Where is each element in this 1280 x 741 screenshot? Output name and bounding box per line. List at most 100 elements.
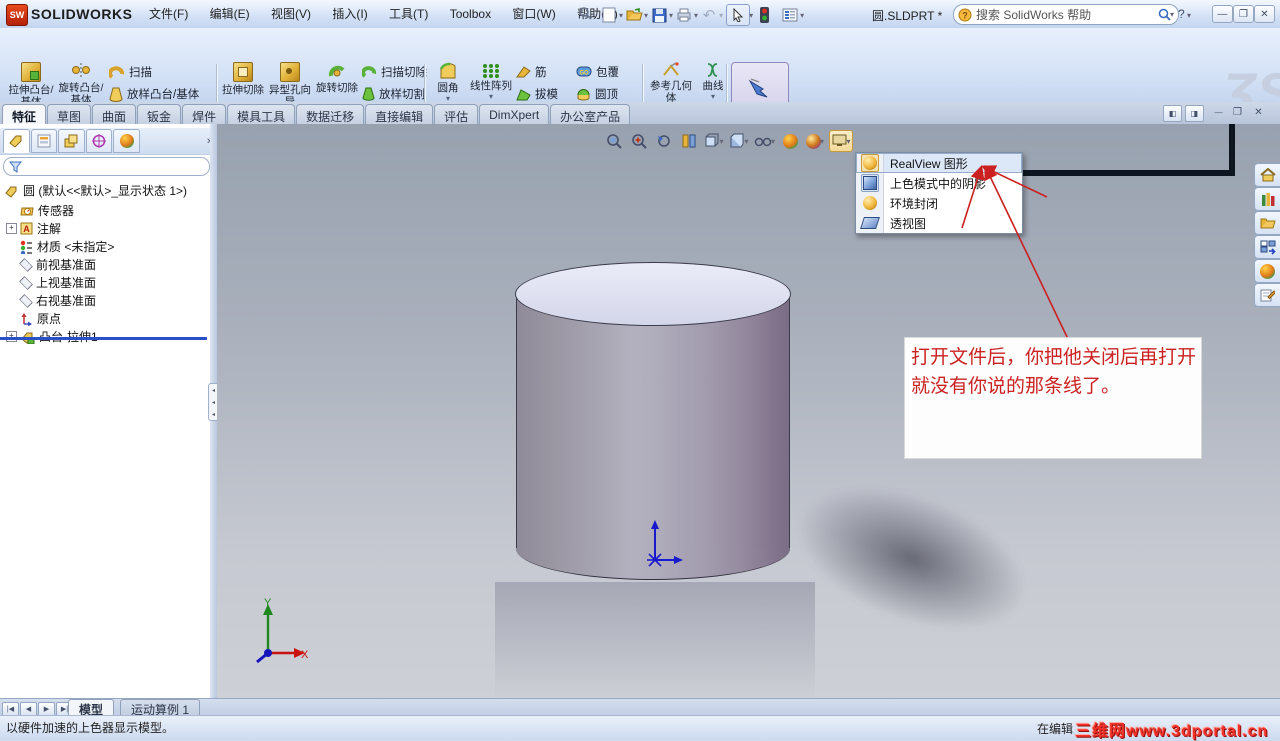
hole-wizard-button[interactable]: 异型孔向导 — [267, 60, 313, 108]
render-artifact-line-horizontal — [1020, 170, 1235, 176]
menu-view[interactable]: 视图(V) — [262, 0, 320, 27]
sensors-icon — [20, 204, 34, 217]
tree-item-origin[interactable]: 原点 — [20, 310, 61, 327]
sweep-button[interactable]: 扫描 — [109, 61, 213, 82]
search-box[interactable]: ? 搜索 SolidWorks 帮助 ▾ — [953, 4, 1179, 25]
rollback-bar[interactable] — [0, 337, 207, 340]
hide-show-items-button[interactable]: ▾ — [753, 131, 776, 151]
solidworks-resources-button[interactable] — [1254, 163, 1280, 187]
revolved-cut-icon — [328, 62, 346, 80]
menu-toolbox[interactable]: Toolbox — [441, 2, 500, 26]
apply-scene-button[interactable]: ▾ — [804, 131, 826, 151]
open-file-button[interactable] — [623, 5, 645, 25]
graphics-viewport[interactable]: Y X ▾ ▾ ▾ ▾ ▾ RealView 图形 上色模式中的阴影 环境封闭 — [217, 124, 1280, 698]
undo-dropdown[interactable]: ▾ — [719, 11, 723, 20]
menu-pin-icon[interactable] — [578, 6, 592, 23]
linear-pattern-dropdown[interactable]: ▾ — [489, 93, 493, 101]
menu-item-realview[interactable]: RealView 图形 — [856, 153, 1022, 173]
model-tab-strip: |◀◀▶▶| 模型 运动算例 1 — [0, 698, 1280, 716]
menu-edit[interactable]: 编辑(E) — [201, 0, 259, 27]
plane-icon — [19, 294, 33, 308]
options-dropdown[interactable]: ▾ — [800, 11, 804, 20]
configurationmanager-tab[interactable] — [58, 129, 85, 153]
search-dropdown[interactable]: ▾ — [1170, 10, 1174, 19]
tree-item-front-plane[interactable]: 前视基准面 — [20, 256, 96, 273]
status-editing-label: 在编辑 — [1037, 720, 1073, 737]
tree-item-right-plane[interactable]: 右视基准面 — [20, 292, 96, 309]
tree-item-sensors[interactable]: 传感器 — [20, 202, 74, 219]
displaymanager-tab[interactable] — [113, 129, 140, 153]
panel-splitter[interactable]: ◂◂◂ — [210, 124, 217, 698]
design-library-button[interactable] — [1254, 187, 1280, 211]
close-button[interactable]: ✕ — [1254, 5, 1275, 23]
custom-properties-button[interactable] — [1254, 283, 1280, 307]
undo-button[interactable]: ↶ — [698, 5, 720, 25]
configurationmanager-icon — [63, 133, 79, 149]
revolved-cut-button[interactable]: 旋转切除 — [315, 60, 359, 94]
view-settings-button[interactable]: ▾ — [829, 130, 853, 152]
folder-icon — [1260, 217, 1276, 230]
zoom-fit-button[interactable] — [603, 131, 625, 151]
print-button[interactable] — [673, 5, 695, 25]
doc-minimize-button[interactable]: — — [1210, 105, 1227, 120]
menu-insert[interactable]: 插入(I) — [323, 0, 376, 27]
brand-text: SOLIDWORKS — [31, 6, 132, 22]
propertymanager-tab[interactable] — [31, 129, 58, 153]
menu-item-perspective[interactable]: 透视图 — [856, 213, 1022, 233]
tree-item-annotations[interactable]: + A 注解 — [6, 220, 61, 237]
file-explorer-button[interactable] — [1254, 211, 1280, 235]
extruded-cut-button[interactable]: 拉伸切除 — [221, 60, 265, 96]
menu-item-ambient-occlusion[interactable]: 环境封闭 — [856, 193, 1022, 213]
swept-cut-icon — [362, 65, 377, 78]
tree-filter-box[interactable] — [3, 157, 210, 176]
doc-restore-button[interactable]: ❐ — [1229, 105, 1246, 120]
menu-tools[interactable]: 工具(T) — [380, 0, 437, 27]
title-bar: SW SOLIDWORKS 文件(F) 编辑(E) 视图(V) 插入(I) 工具… — [0, 0, 1280, 29]
display-style-button[interactable]: ▾ — [728, 131, 750, 151]
ambient-occlusion-icon — [863, 196, 877, 210]
wrap-button[interactable]: GO包覆 — [576, 61, 638, 82]
wrap-icon: GO — [576, 65, 592, 78]
featuremanager-tab[interactable] — [3, 129, 30, 153]
options-button[interactable] — [779, 5, 801, 25]
tree-item-top-plane[interactable]: 上视基准面 — [20, 274, 96, 291]
collapse-right-button[interactable]: ◨ — [1185, 105, 1204, 122]
tree-root-item[interactable]: 圆 (默认<<默认>_显示状态 1>) — [4, 182, 187, 199]
revolved-boss-button[interactable]: 旋转凸台/基体 — [57, 60, 105, 106]
tree-item-material[interactable]: 材质 <未指定> — [20, 238, 114, 255]
annotations-icon: A — [20, 222, 33, 235]
save-button[interactable] — [648, 5, 670, 25]
doc-close-button[interactable]: ✕ — [1250, 105, 1267, 120]
help-menu-button[interactable]: ? ▾ — [1178, 7, 1191, 21]
curves-button[interactable]: 曲线▾ — [697, 60, 729, 101]
previous-view-button[interactable] — [653, 131, 675, 151]
menu-item-shadows[interactable]: 上色模式中的阴影 — [856, 173, 1022, 193]
rebuild-button[interactable] — [753, 5, 775, 25]
fillet-icon — [439, 62, 457, 80]
menu-bar: 文件(F) 编辑(E) 视图(V) 插入(I) 工具(T) Toolbox 窗口… — [140, 0, 627, 27]
appearances-scenes-button[interactable] — [1254, 259, 1280, 283]
expand-icon[interactable]: + — [6, 223, 17, 234]
extruded-boss-button[interactable]: 拉伸凸台/基体 — [7, 60, 55, 108]
minimize-button[interactable]: — — [1212, 5, 1233, 23]
ribbon: 拉伸凸台/基体 旋转凸台/基体 扫描 放样凸台/基体 边界凸台/基体 拉伸切除 … — [0, 28, 1280, 102]
collapse-left-button[interactable]: ◧ — [1163, 105, 1182, 122]
restore-button[interactable]: ❐ — [1233, 5, 1254, 23]
view-palette-button[interactable] — [1254, 235, 1280, 259]
view-orientation-button[interactable]: ▾ — [703, 131, 725, 151]
linear-pattern-button[interactable]: 线性阵列▾ — [469, 60, 513, 101]
propertymanager-icon — [36, 133, 52, 149]
fillet-button[interactable]: 圆角▾ — [429, 60, 467, 103]
section-view-button[interactable] — [678, 131, 700, 151]
extruded-boss-icon — [21, 62, 41, 82]
curves-dropdown[interactable]: ▾ — [711, 93, 715, 101]
edit-appearance-button[interactable] — [779, 131, 801, 151]
menu-file[interactable]: 文件(F) — [140, 0, 197, 27]
shadows-cube-icon — [861, 174, 879, 192]
dimxpertmanager-tab[interactable] — [86, 129, 113, 153]
rib-button[interactable]: 筋 — [516, 61, 572, 82]
zoom-area-button[interactable] — [628, 131, 650, 151]
menu-window[interactable]: 窗口(W) — [503, 0, 564, 27]
select-tool-button[interactable] — [726, 4, 750, 26]
new-file-button[interactable] — [598, 5, 620, 25]
